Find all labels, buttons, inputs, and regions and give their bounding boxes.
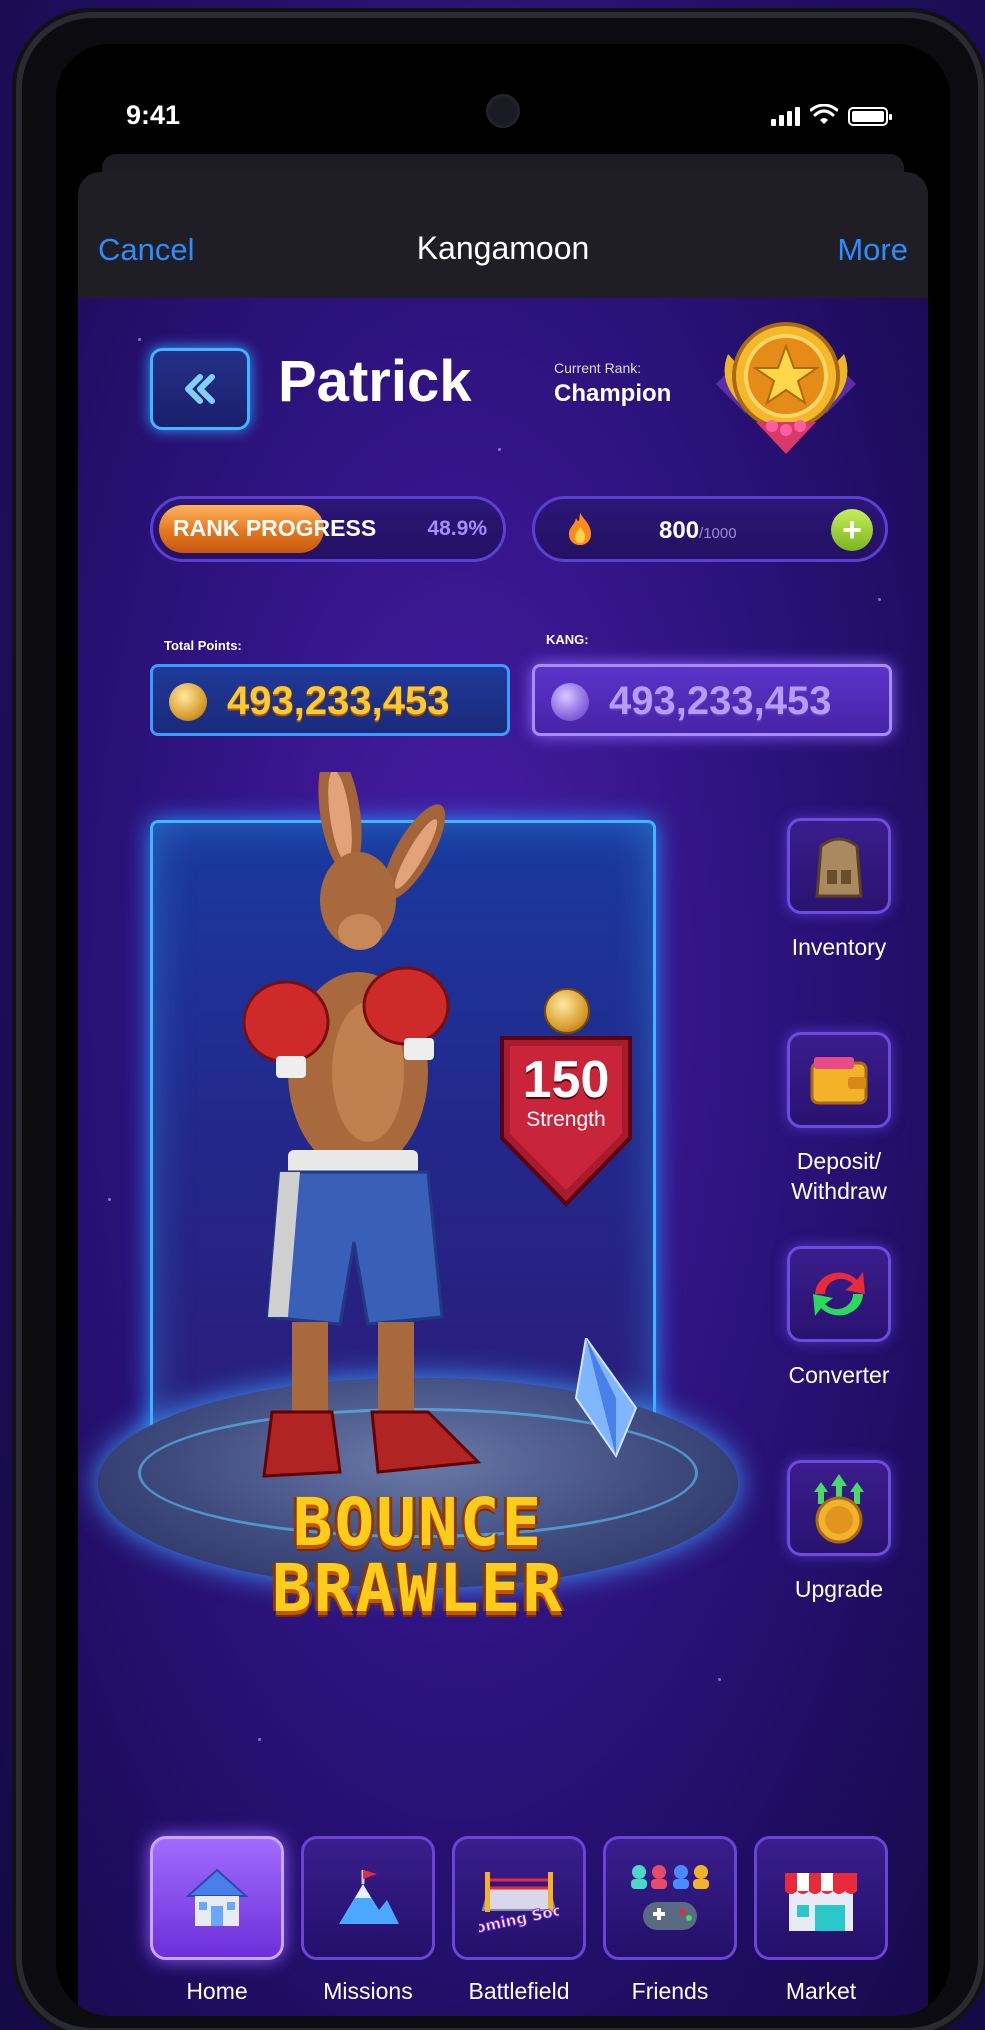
- tab-home-label: Home: [186, 1978, 248, 2004]
- strength-label: Strength: [526, 1108, 606, 1131]
- deposit-withdraw-button-frame: [787, 1032, 891, 1128]
- tab-friends[interactable]: Friends: [603, 1836, 737, 2005]
- upgrade-button[interactable]: Upgrade: [774, 1460, 904, 1604]
- webview-navbar: Cancel Kangamoon More: [78, 172, 928, 298]
- bottom-tab-bar: Home Missions Coming Soon Battlefield Fr…: [150, 1836, 890, 2006]
- backpack-icon: [815, 837, 863, 898]
- current-rank-label: Current Rank:: [554, 360, 642, 376]
- game-screen: Patrick Current Rank: Champion RANK PROG…: [78, 298, 928, 2016]
- tab-market-button: [754, 1836, 888, 1960]
- tab-missions-label: Missions: [323, 1978, 413, 2004]
- tab-battlefield-label: Battlefield: [468, 1978, 570, 2004]
- character-title-line1: BOUNCE: [292, 1484, 544, 1561]
- background-star: [878, 598, 881, 601]
- upgrade-button-frame: [787, 1460, 891, 1556]
- tab-market-label: Market: [785, 1978, 857, 2004]
- upgrade-coin-icon: [814, 1474, 864, 1544]
- tab-home-button: [150, 1836, 284, 1960]
- tab-battlefield-button: Coming Soon: [452, 1836, 586, 1960]
- kang-label: KANG:: [546, 632, 589, 647]
- plus-icon: +: [842, 511, 862, 549]
- strength-value: 150: [522, 1051, 610, 1109]
- converter-label: Converter: [788, 1362, 890, 1388]
- double-chevron-left-icon: [185, 374, 215, 404]
- character-title: BOUNCE BRAWLER: [208, 1490, 628, 1622]
- upgrade-label: Upgrade: [794, 1576, 884, 1602]
- inventory-button[interactable]: Inventory: [774, 818, 904, 962]
- battery-icon: [848, 107, 892, 126]
- wallet-icon: [810, 1057, 868, 1105]
- background-star: [498, 448, 501, 451]
- phone-frame: 9:41 Cancel Kangamoon More Patrick Curre…: [22, 18, 978, 2028]
- converter-button[interactable]: Converter: [774, 1246, 904, 1390]
- status-time: 9:41: [126, 100, 181, 130]
- converter-button-frame: [787, 1246, 891, 1342]
- rank-progress-label: RANK PROGRESS: [173, 515, 377, 541]
- energy-max: /1000: [699, 525, 737, 542]
- front-camera: [486, 94, 520, 128]
- house-icon: [186, 1868, 248, 1926]
- character-title-line2: BRAWLER: [271, 1550, 565, 1627]
- tab-home[interactable]: Home: [150, 1836, 284, 2005]
- tab-missions[interactable]: Missions: [301, 1836, 435, 2005]
- energy-bar: 800/1000 +: [532, 496, 888, 562]
- current-rank-value: Champion: [554, 380, 672, 407]
- inventory-button-frame: [787, 818, 891, 914]
- tab-friends-button: [603, 1836, 737, 1960]
- wifi-icon: [810, 104, 838, 124]
- strength-coin-icon: [544, 988, 590, 1034]
- energy-value: 800/1000: [659, 517, 737, 545]
- total-points-box: 493,233,453: [150, 664, 510, 736]
- sheet-background: [102, 154, 904, 174]
- add-energy-button[interactable]: +: [831, 509, 873, 551]
- boxing-ring-icon: Coming Soon: [479, 1872, 559, 1938]
- background-star: [258, 1738, 261, 1741]
- status-bar: 9:41: [56, 44, 950, 154]
- back-button[interactable]: [150, 348, 250, 430]
- total-points-value: 493,233,453: [227, 679, 450, 723]
- player-name: Patrick: [278, 349, 472, 414]
- flame-icon: [569, 513, 591, 545]
- signal-icon: [771, 107, 800, 126]
- navbar-title: Kangamoon: [416, 230, 590, 266]
- friends-gamepad-icon: [631, 1865, 709, 1930]
- background-star: [108, 1198, 111, 1201]
- kang-balance-value: 493,233,453: [609, 679, 832, 723]
- kang-balance-box: 493,233,453: [532, 664, 892, 736]
- rank-progress-bar: RANK PROGRESS 48.9%: [150, 496, 506, 562]
- kang-coin-icon: [551, 683, 589, 721]
- energy-current: 800: [659, 517, 700, 544]
- gold-coin-icon: [169, 683, 207, 721]
- champion-rank-badge-icon: [716, 322, 856, 454]
- more-button[interactable]: More: [837, 232, 908, 268]
- mountain-flag-icon: [339, 1870, 399, 1924]
- deposit-withdraw-label: Deposit/ Withdraw: [791, 1148, 887, 1204]
- rank-progress-percent: 48.9%: [427, 517, 487, 540]
- deposit-withdraw-button[interactable]: Deposit/ Withdraw: [774, 1032, 904, 1206]
- tab-battlefield[interactable]: Coming Soon Battlefield: [452, 1836, 586, 2005]
- tab-missions-button: [301, 1836, 435, 1960]
- tab-market[interactable]: Market: [754, 1836, 888, 2005]
- total-points-label: Total Points:: [164, 638, 242, 653]
- tab-friends-label: Friends: [631, 1978, 709, 2004]
- inventory-label: Inventory: [791, 934, 887, 960]
- phone-screen: 9:41 Cancel Kangamoon More Patrick Curre…: [56, 44, 950, 2016]
- market-stall-icon: [785, 1873, 857, 1931]
- background-star: [138, 338, 141, 341]
- convert-arrows-icon: [813, 1272, 865, 1316]
- background-star: [718, 1678, 721, 1681]
- status-icons: [771, 104, 892, 126]
